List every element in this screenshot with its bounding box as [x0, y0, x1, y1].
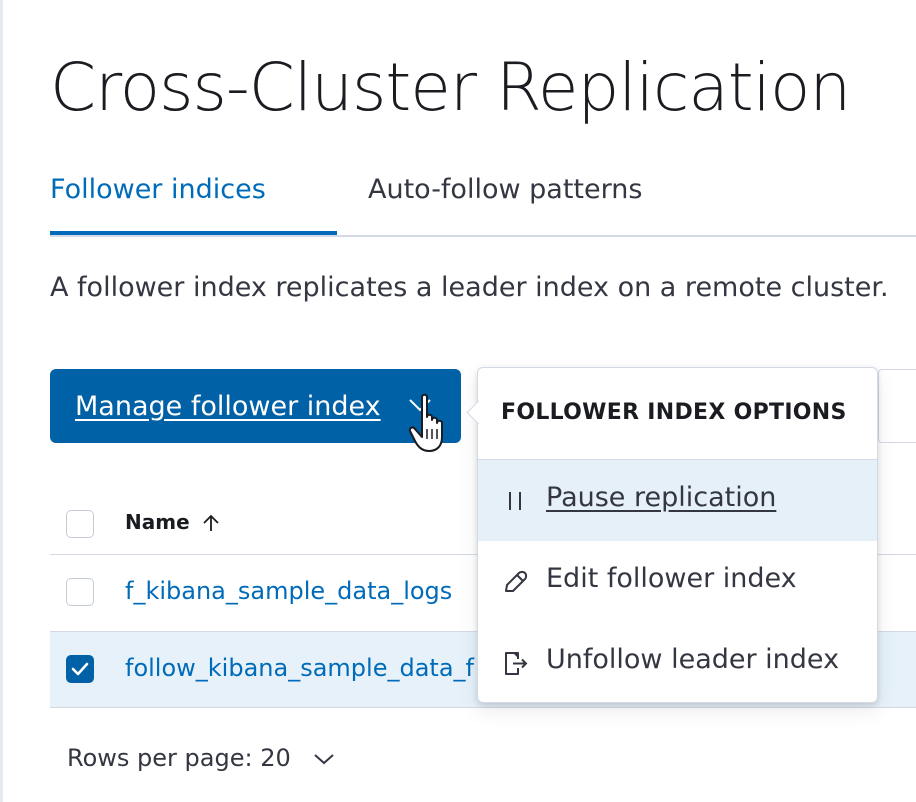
rows-per-page-label: Rows per page: 20 — [67, 744, 291, 772]
menu-item-label: Edit follower index — [546, 563, 797, 594]
menu-item-pause-replication[interactable]: Pause replication — [478, 460, 877, 541]
menu-item-unfollow-leader-index[interactable]: Unfollow leader index — [478, 622, 877, 702]
index-name-link[interactable]: follow_kibana_sample_data_f — [125, 654, 474, 682]
index-name-link[interactable]: f_kibana_sample_data_logs — [125, 577, 452, 605]
select-all-checkbox[interactable] — [66, 510, 94, 538]
sort-ascending-icon — [203, 514, 219, 531]
page-description: A follower index replicates a leader ind… — [50, 272, 889, 303]
manage-button-label: Manage follower index — [75, 390, 381, 422]
popover-title: FOLLOWER INDEX OPTIONS — [501, 400, 847, 425]
row-checkbox-checked[interactable] — [66, 655, 94, 683]
tab-follower-indices[interactable]: Follower indices — [50, 170, 337, 235]
tab-auto-follow-patterns[interactable]: Auto-follow patterns — [368, 170, 642, 233]
tab-bar: Follower indices Auto-follow patterns — [50, 170, 916, 237]
checkmark-icon — [71, 662, 89, 676]
page-title: Cross-Cluster Replication — [50, 49, 851, 126]
follower-index-options-popover: FOLLOWER INDEX OPTIONS Pause replication… — [477, 367, 878, 703]
hand-pointer-icon — [408, 393, 443, 452]
pencil-icon — [505, 570, 528, 592]
chevron-down-icon — [314, 754, 335, 765]
unfollow-icon — [505, 652, 528, 675]
rows-per-page-button[interactable]: Rows per page: 20 — [67, 744, 336, 772]
pause-icon — [509, 492, 521, 510]
row-checkbox[interactable] — [66, 578, 94, 606]
search-bar-edge[interactable] — [878, 369, 916, 443]
menu-item-label: Pause replication — [546, 482, 777, 513]
manage-follower-index-button[interactable]: Manage follower index — [50, 369, 461, 443]
column-header-name[interactable]: Name — [125, 510, 190, 534]
menu-item-label: Unfollow leader index — [546, 644, 840, 675]
left-border — [0, 0, 3, 802]
menu-item-edit-follower-index[interactable]: Edit follower index — [478, 541, 877, 622]
